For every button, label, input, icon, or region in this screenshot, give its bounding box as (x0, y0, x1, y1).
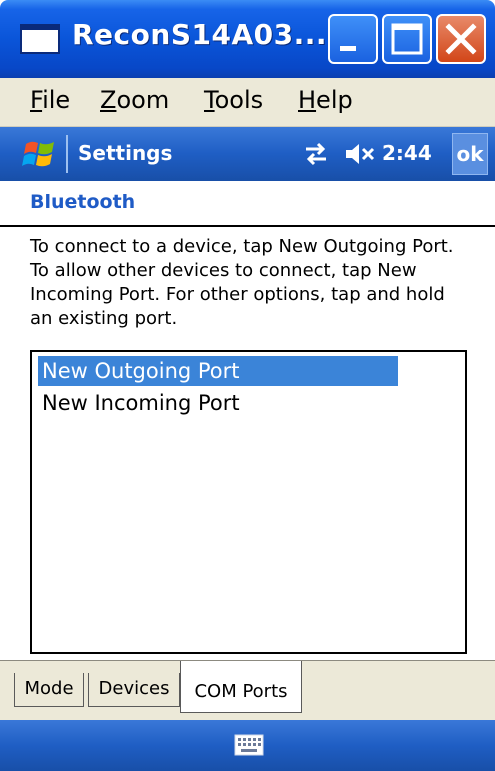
close-icon (445, 23, 477, 55)
tab-strip: Mode Devices COM Ports (0, 660, 495, 721)
nav-title: Settings (78, 141, 173, 165)
tab-com-ports[interactable]: COM Ports (180, 661, 302, 713)
maximize-icon (391, 23, 423, 55)
tab-mode[interactable]: Mode (14, 673, 84, 707)
nav-separator (66, 135, 68, 173)
minimize-icon (340, 46, 356, 51)
soft-key-bar (0, 720, 495, 771)
menu-file[interactable]: File (30, 86, 70, 114)
maximize-button[interactable] (382, 14, 432, 64)
menu-tools[interactable]: Tools (204, 86, 263, 114)
port-list[interactable]: New Outgoing Port New Incoming Port (30, 350, 467, 654)
clock[interactable]: 2:44 (382, 141, 432, 165)
page-title: Bluetooth (30, 191, 136, 213)
instructions-text: To connect to a device, tap New Outgoing… (30, 236, 454, 329)
tab-devices[interactable]: Devices (88, 673, 180, 707)
close-button[interactable] (436, 14, 486, 64)
window-icon (20, 24, 60, 54)
volume-muted-icon[interactable] (344, 141, 380, 167)
window-title-bar[interactable]: ReconS14A03... (0, 0, 495, 78)
keyboard-icon[interactable] (234, 734, 264, 756)
list-item-new-incoming-port[interactable]: New Incoming Port (38, 388, 240, 418)
menu-help[interactable]: Help (298, 86, 353, 114)
page-header: Bluetooth (0, 181, 495, 227)
window-title: ReconS14A03... (72, 18, 327, 51)
windows-flag-icon[interactable] (22, 138, 58, 170)
connectivity-arrows-icon[interactable] (302, 141, 330, 167)
navigation-bar: Settings 2:44 ok (0, 127, 495, 181)
minimize-button[interactable] (328, 14, 378, 64)
ok-button[interactable]: ok (452, 133, 488, 175)
list-item-new-outgoing-port[interactable]: New Outgoing Port (38, 356, 398, 386)
menu-bar: File Zoom Tools Help (0, 78, 495, 127)
menu-zoom[interactable]: Zoom (100, 86, 169, 114)
